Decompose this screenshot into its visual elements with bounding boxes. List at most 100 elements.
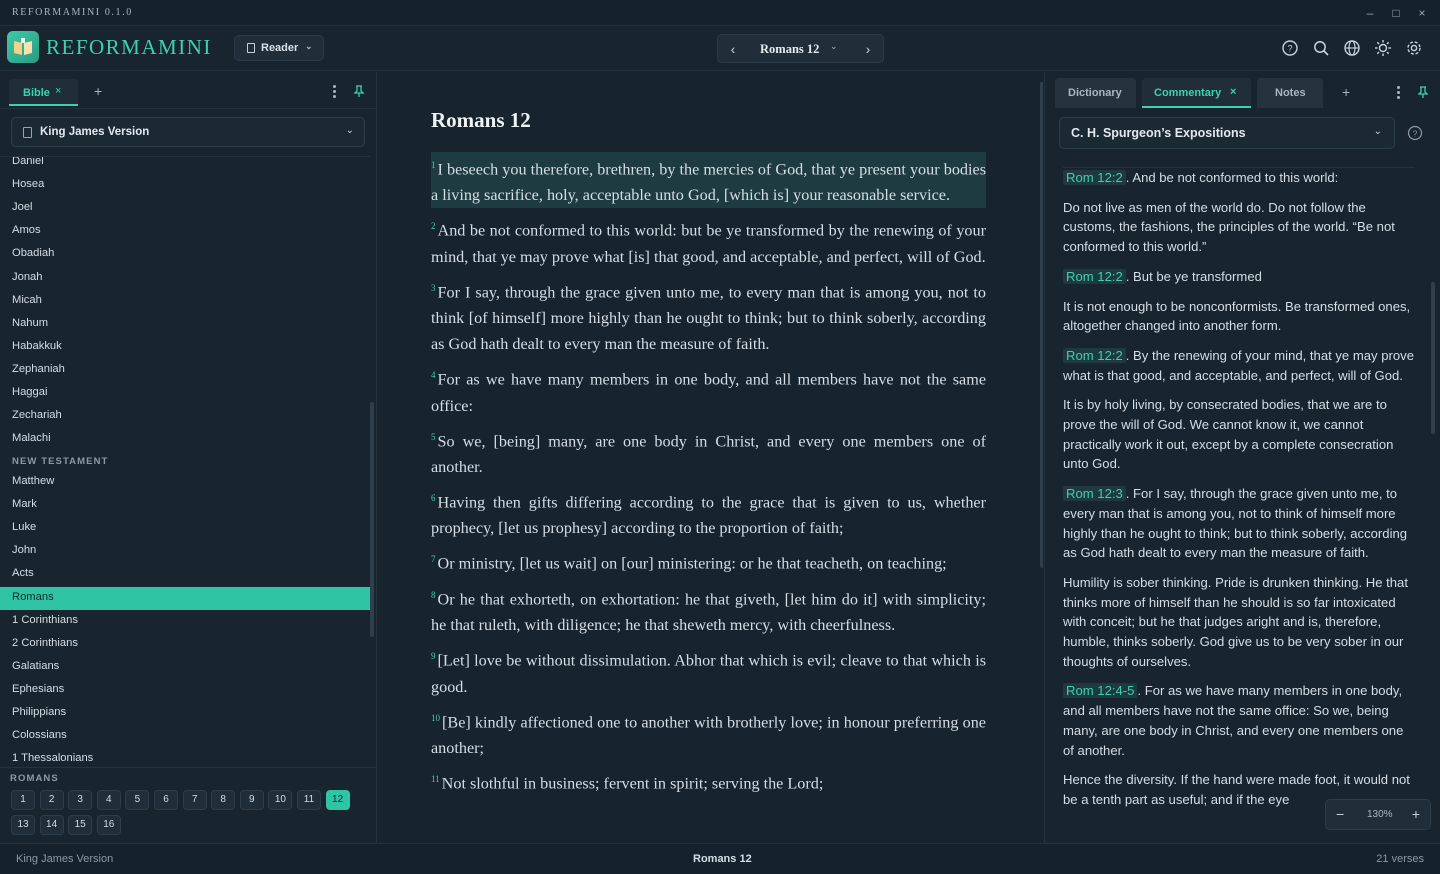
verse[interactable]: 9 [Let] love be without dissimulation. Ab…	[431, 643, 986, 699]
close-tab-icon[interactable]: ×	[1230, 86, 1236, 98]
book-item[interactable]: Mark	[0, 494, 370, 517]
more-options-icon[interactable]	[1397, 86, 1401, 100]
tab-bible[interactable]: Bible ×	[9, 79, 78, 106]
chapter-button[interactable]: 10	[268, 790, 293, 810]
add-tab-button[interactable]: +	[1342, 84, 1350, 100]
close-tab-icon[interactable]: ×	[55, 85, 61, 97]
commentary-text: . And be not conformed to this world:	[1125, 170, 1339, 185]
verse-reference-link[interactable]: Rom 12:4-5	[1063, 683, 1138, 699]
version-select[interactable]: King James Version ⌄	[11, 117, 365, 147]
search-icon[interactable]	[1312, 39, 1330, 57]
book-item[interactable]: 1 Thessalonians	[0, 748, 370, 766]
book-item[interactable]: 2 Corinthians	[0, 633, 370, 656]
chapter-button[interactable]: 3	[68, 790, 93, 810]
book-item-label: Obadiah	[12, 247, 55, 260]
book-item[interactable]: Daniel	[0, 157, 370, 174]
verse[interactable]: 7 Or ministry, [let us wait] on [our] min…	[431, 546, 986, 576]
tab-commentary[interactable]: Commentary ×	[1142, 78, 1251, 108]
verse[interactable]: 8 Or he that exhorteth, on exhortation: h…	[431, 582, 986, 638]
book-item[interactable]: Colossians	[0, 725, 370, 748]
add-tab-button[interactable]: +	[94, 83, 102, 99]
previous-chapter-button[interactable]: ‹	[724, 40, 742, 58]
book-item[interactable]: Acts	[0, 563, 370, 586]
tab-label: Notes	[1275, 87, 1306, 99]
verse-reference-link[interactable]: Rom 12:3	[1063, 486, 1126, 502]
book-item[interactable]: John	[0, 540, 370, 563]
commentary-text: Do not live as men of the world do. Do n…	[1063, 199, 1395, 255]
verse[interactable]: 1I beseech you therefore, brethren, by t…	[431, 152, 986, 209]
chapter-button[interactable]: 7	[182, 790, 207, 810]
chapter-button[interactable]: 6	[154, 790, 178, 810]
chapter-button[interactable]: 11	[297, 790, 321, 810]
verse-reference-link[interactable]: Rom 12:2	[1063, 268, 1126, 284]
book-item[interactable]: Galatians	[0, 656, 370, 679]
book-list: NEW TESTAMENT Daniel Hosea Joel Amos Obadiah…	[0, 156, 370, 766]
verse[interactable]: 3 For I say, through the grace given unto…	[431, 275, 986, 357]
tab-dictionary[interactable]: Dictionary	[1055, 78, 1136, 108]
next-chapter-button[interactable]: ›	[859, 40, 877, 58]
help-icon[interactable]: ?	[1281, 39, 1299, 57]
book-item[interactable]: Zephaniah	[0, 359, 370, 382]
chapter-button[interactable]: 13	[11, 815, 35, 835]
book-item[interactable]: Joel	[0, 197, 370, 220]
book-item[interactable]: Amos	[0, 220, 370, 243]
more-options-icon[interactable]	[333, 85, 337, 99]
gear-icon[interactable]	[1405, 39, 1423, 57]
mode-dropdown[interactable]: Reader ⌄	[234, 35, 324, 61]
verse-reference-link[interactable]: Rom 12:2	[1063, 347, 1126, 363]
book-item[interactable]: Malachi	[0, 428, 370, 451]
book-item[interactable]: Hosea	[0, 174, 370, 197]
verse[interactable]: 5 So we, [being] many, are one body in Ch…	[431, 424, 986, 480]
verse[interactable]: 11 Not slothful in business; fervent in s…	[431, 766, 986, 796]
book-item[interactable]: Haggai	[0, 382, 370, 405]
verse[interactable]: 6 Having then gifts differing according t…	[431, 485, 986, 541]
chapter-button[interactable]: 1	[11, 790, 35, 810]
chapter-button[interactable]: 15	[68, 815, 93, 835]
book-item[interactable]: Luke	[0, 517, 370, 540]
chapter-button[interactable]: 9	[239, 790, 264, 810]
zoom-out-button[interactable]: −	[1336, 806, 1344, 822]
book-item[interactable]: Zechariah	[0, 405, 370, 428]
maximize-button[interactable]: □	[1388, 5, 1404, 21]
verse[interactable]: 2 And be not conformed to this world: but…	[431, 213, 986, 269]
chapter-button[interactable]: 8	[211, 790, 236, 810]
verse[interactable]: 10 [Be] kindly affectioned one to another…	[431, 705, 986, 761]
commentary-verse-entry: Rom 12:4-5. For as we have many members …	[1063, 681, 1415, 760]
commentary-source-select[interactable]: C. H. Spurgeon’s Expositions ⌄	[1059, 117, 1395, 149]
commentary-scrollbar[interactable]	[1431, 282, 1435, 434]
book-item[interactable]: Nahum	[0, 313, 370, 336]
book-item[interactable]: Habakkuk	[0, 336, 370, 359]
pin-icon[interactable]	[1416, 85, 1430, 99]
chapter-button[interactable]: 5	[125, 790, 150, 810]
chapter-button[interactable]: 12	[325, 790, 350, 810]
verse[interactable]: 4 For as we have many members in one body…	[431, 362, 986, 418]
book-item[interactable]: Micah	[0, 290, 370, 313]
sun-icon[interactable]	[1374, 39, 1392, 57]
chapter-button[interactable]: 2	[39, 790, 64, 810]
book-item[interactable]: 1 Corinthians	[0, 610, 370, 633]
help-icon[interactable]: ?	[1407, 125, 1423, 141]
verse-reference-link[interactable]: Rom 12:2	[1063, 170, 1126, 185]
book-item[interactable]: Jonah	[0, 267, 370, 290]
verse-number: 1	[431, 160, 436, 170]
book-item-label: Hosea	[12, 178, 45, 191]
book-item[interactable]: Philippians	[0, 702, 370, 725]
chapter-button[interactable]: 4	[96, 790, 121, 810]
book-item[interactable]: Ephesians	[0, 679, 370, 702]
chapter-button[interactable]: 16	[96, 815, 121, 835]
tab-notes[interactable]: Notes	[1257, 78, 1323, 108]
passage-selector[interactable]: Romans 12	[760, 42, 819, 57]
book-item[interactable]: Matthew	[0, 471, 370, 494]
close-window-button[interactable]: ×	[1414, 5, 1430, 21]
reading-scrollbar[interactable]	[1040, 82, 1043, 568]
verse-text: Not slothful in business; fervent in spi…	[441, 774, 824, 793]
book-item[interactable]: Obadiah	[0, 243, 370, 266]
zoom-level: 130%	[1367, 809, 1393, 820]
minimize-button[interactable]: –	[1362, 5, 1378, 21]
chapter-button[interactable]: 14	[39, 815, 64, 835]
zoom-in-button[interactable]: +	[1412, 806, 1420, 822]
book-list-scrollbar[interactable]	[370, 402, 374, 637]
book-item[interactable]: Romans	[0, 586, 370, 610]
globe-icon[interactable]	[1343, 39, 1361, 57]
pin-icon[interactable]	[352, 84, 366, 98]
